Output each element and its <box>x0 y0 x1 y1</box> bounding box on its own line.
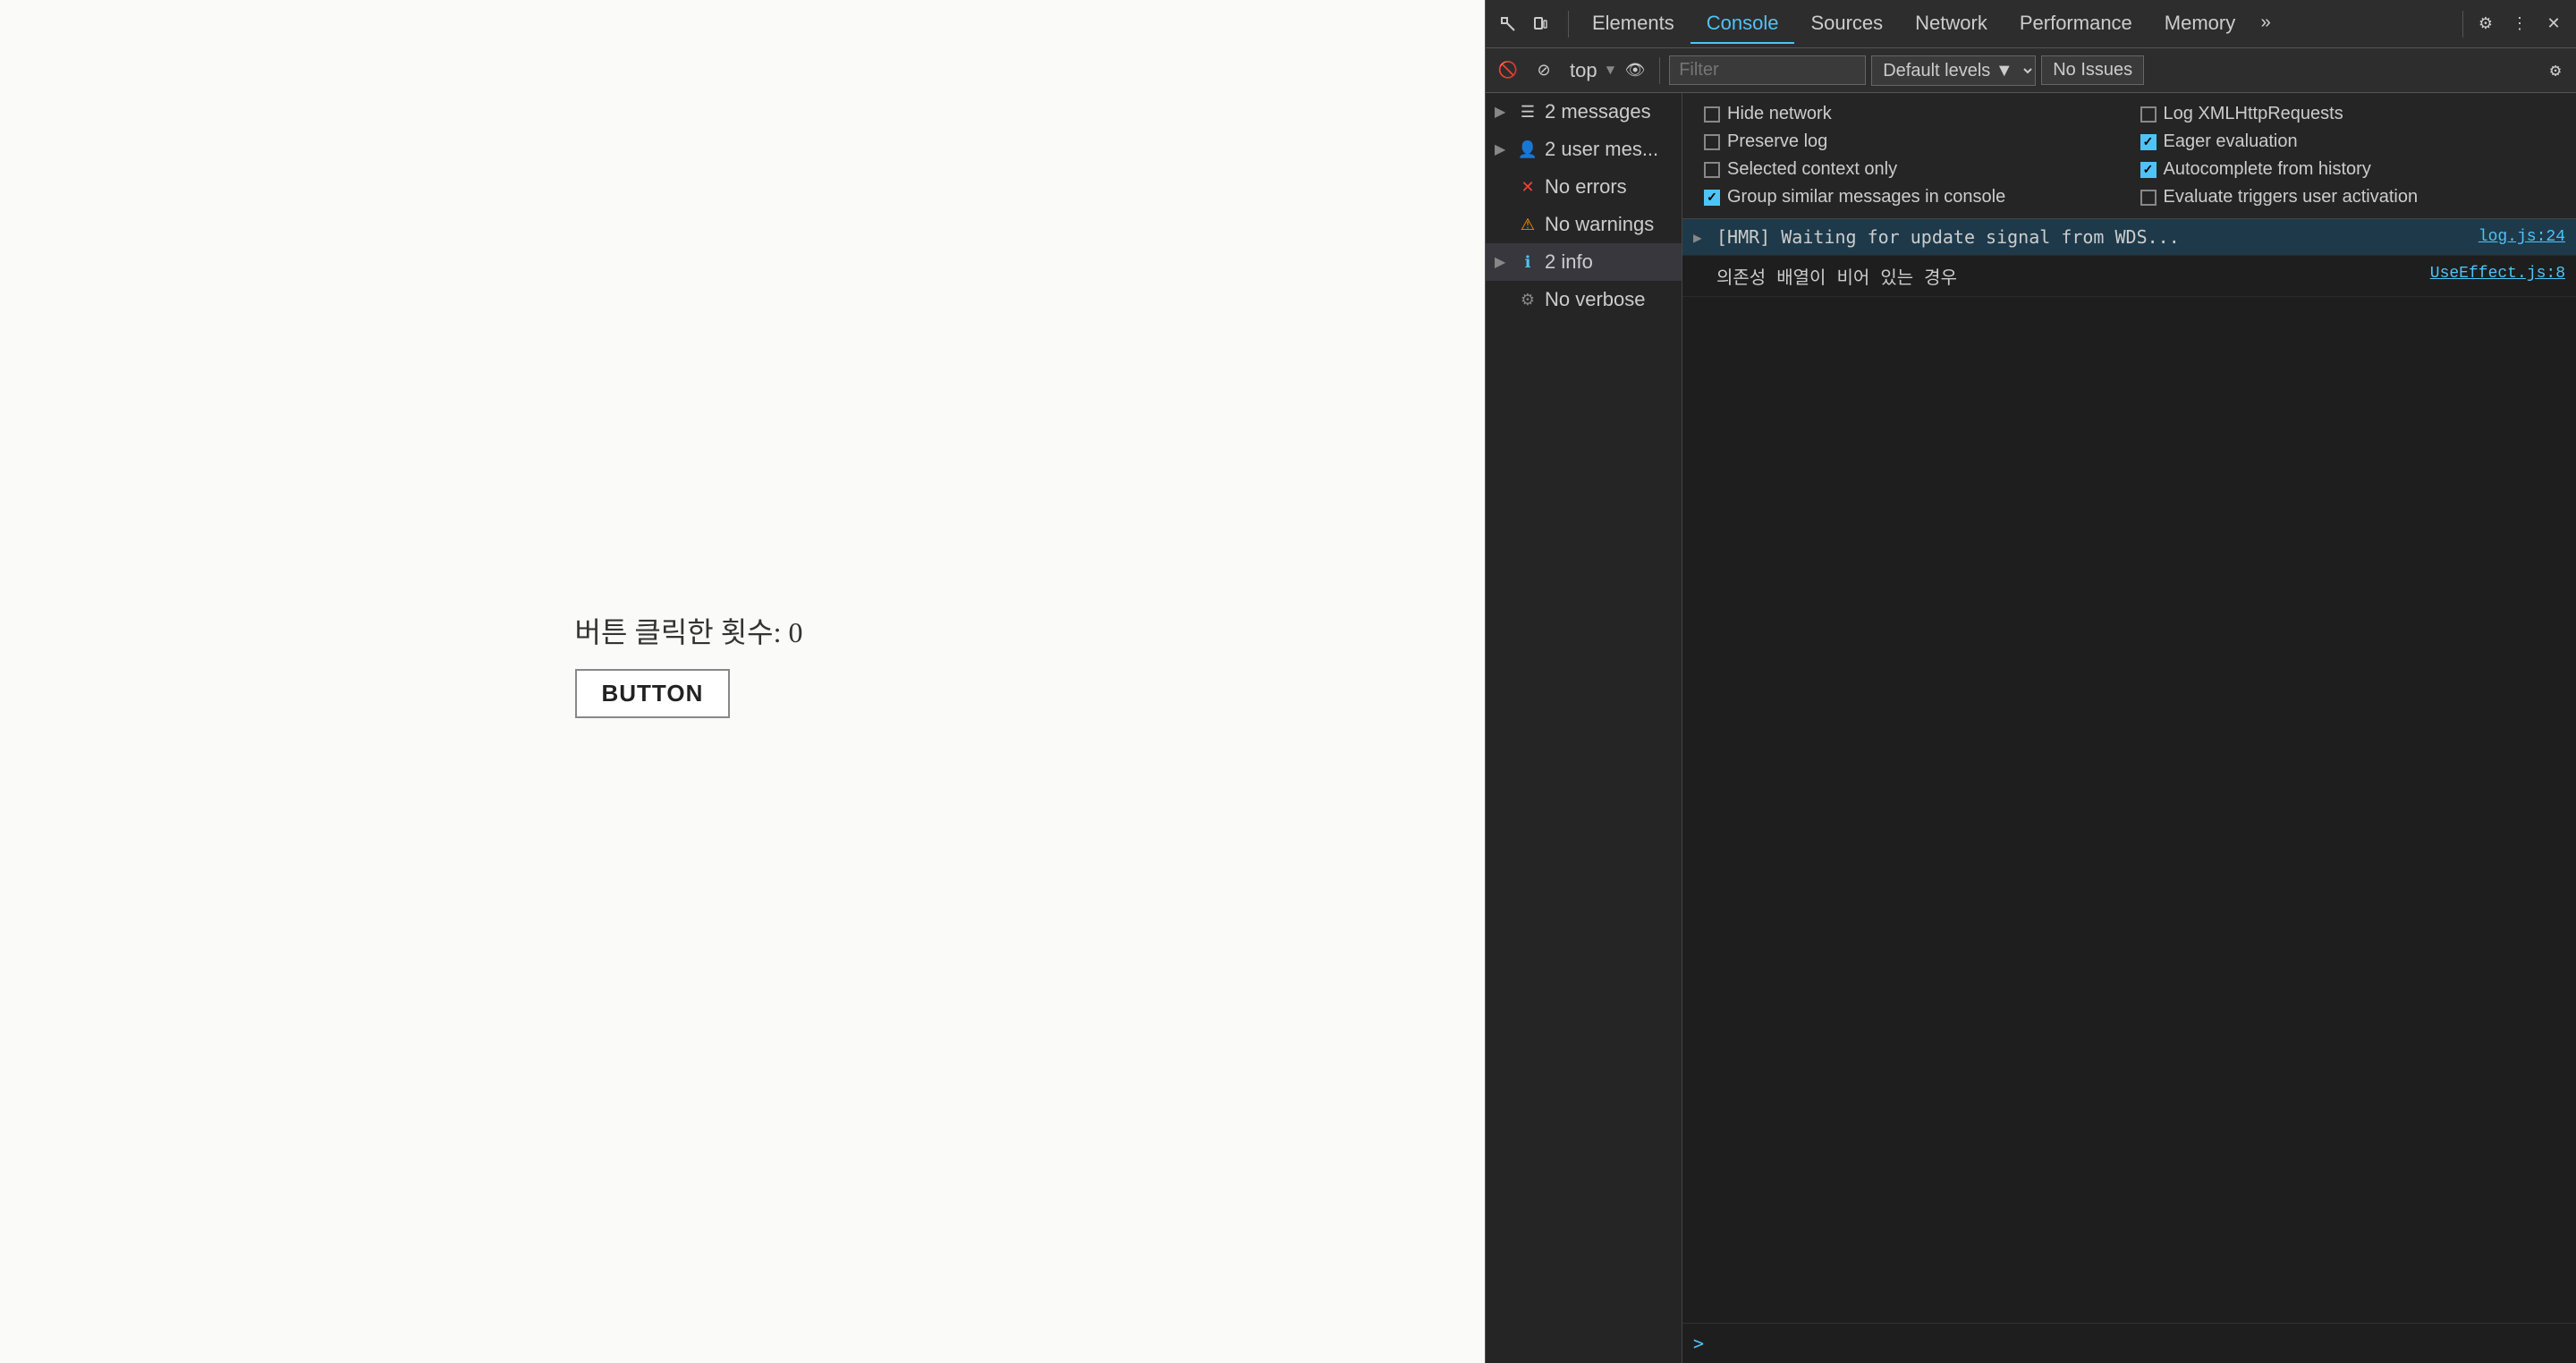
toolbar-separator2 <box>2462 11 2463 38</box>
click-count-label: 버튼 클릭한 횟수: 0 <box>575 610 803 651</box>
clear-console-button[interactable]: 🚫 <box>1493 55 1523 86</box>
context-selector-label: top <box>1564 59 1603 82</box>
user-icon: 👤 <box>1518 140 1538 159</box>
console-log: ▶ [HMR] Waiting for update signal from W… <box>1682 219 2576 1323</box>
console-input[interactable] <box>1711 1333 2565 1354</box>
sidebar-label-verbose: No verbose <box>1545 288 1646 311</box>
console-filter-input[interactable] <box>1669 55 1866 85</box>
console-toolbar: 🚫 ⊘ top ▼ 👁 Default levels ▼ No Issues ⚙ <box>1486 48 2576 93</box>
checkbox-preserve-log[interactable] <box>1704 134 1720 150</box>
option-preserve-log[interactable]: Preserve log <box>1693 128 2130 156</box>
sidebar-label-info: 2 info <box>1545 250 1593 274</box>
devtools-top-icons <box>1493 9 1555 39</box>
warning-icon: ⚠ <box>1518 215 1538 234</box>
tab-memory[interactable]: Memory <box>2148 4 2251 44</box>
expand-icon-user: ▶ <box>1495 140 1511 158</box>
toolbar-separator <box>1568 11 1569 38</box>
option-log-xmlhttprequests[interactable]: Log XMLHttpRequests <box>2130 100 2566 128</box>
checkbox-selected-context[interactable] <box>1704 162 1720 178</box>
console-body: ▶ ☰ 2 messages ▶ 👤 2 user mes... ✕ No er… <box>1486 93 2576 1363</box>
messages-icon: ☰ <box>1518 102 1538 122</box>
checkbox-autocomplete[interactable] <box>2140 162 2157 178</box>
option-label-log-xmlhttprequests: Log XMLHttpRequests <box>2164 104 2343 124</box>
settings-button[interactable]: ⚙ <box>2470 9 2501 39</box>
option-eager-evaluation[interactable]: Eager evaluation <box>2130 128 2566 156</box>
devtools-tabs: Elements Console Sources Network Perform… <box>1576 4 2455 44</box>
sidebar-item-verbose[interactable]: ⚙ No verbose <box>1486 281 1682 318</box>
option-label-preserve-log: Preserve log <box>1727 131 1827 152</box>
dependency-expand-icon[interactable] <box>1693 263 1707 266</box>
option-label-autocomplete: Autocomplete from history <box>2164 159 2371 180</box>
options-bar: Hide network Log XMLHttpRequests Preserv… <box>1682 93 2576 219</box>
log-entry-dependency: 의존성 배열이 비어 있는 경우 UseEffect.js:8 <box>1682 256 2576 297</box>
hmr-log-source[interactable]: log.js:24 <box>2479 226 2565 246</box>
app-area: 버튼 클릭한 횟수: 0 BUTTON <box>0 0 1485 1363</box>
console-prompt: > <box>1682 1323 2576 1363</box>
sidebar-label-errors: No errors <box>1545 175 1627 199</box>
app-button[interactable]: BUTTON <box>575 669 731 718</box>
tabs-more-button[interactable]: » <box>2251 6 2280 41</box>
error-icon: ✕ <box>1518 177 1538 197</box>
eye-button[interactable]: 👁 <box>1620 55 1650 86</box>
devtools-panel: Elements Console Sources Network Perform… <box>1485 0 2576 1363</box>
device-toolbar-button[interactable] <box>1525 9 1555 39</box>
option-label-group-similar: Group similar messages in console <box>1727 187 2005 207</box>
sidebar-item-warnings[interactable]: ⚠ No warnings <box>1486 206 1682 243</box>
tab-network[interactable]: Network <box>1899 4 2004 44</box>
option-label-hide-network: Hide network <box>1727 104 1832 124</box>
dependency-log-source[interactable]: UseEffect.js:8 <box>2430 263 2565 283</box>
console-prompt-arrow: > <box>1693 1333 1704 1354</box>
option-label-evaluate-triggers: Evaluate triggers user activation <box>2164 187 2419 207</box>
sidebar-label-warnings: No warnings <box>1545 213 1654 236</box>
option-selected-context[interactable]: Selected context only <box>1693 156 2130 183</box>
hmr-log-text: [HMR] Waiting for update signal from WDS… <box>1716 226 2470 248</box>
option-label-eager-evaluation: Eager evaluation <box>2164 131 2298 152</box>
console-main: Hide network Log XMLHttpRequests Preserv… <box>1682 93 2576 1363</box>
close-devtools-button[interactable]: ✕ <box>2538 9 2569 39</box>
context-dropdown-arrow: ▼ <box>1606 63 1615 79</box>
option-autocomplete[interactable]: Autocomplete from history <box>2130 156 2566 183</box>
option-group-similar[interactable]: Group similar messages in console <box>1693 183 2130 211</box>
sidebar-item-user-messages[interactable]: ▶ 👤 2 user mes... <box>1486 131 1682 168</box>
checkbox-evaluate-triggers[interactable] <box>2140 190 2157 206</box>
expand-icon-info: ▶ <box>1495 253 1511 271</box>
checkbox-eager-evaluation[interactable] <box>2140 134 2157 150</box>
option-evaluate-triggers[interactable]: Evaluate triggers user activation <box>2130 183 2566 211</box>
inspect-element-button[interactable] <box>1493 9 1523 39</box>
checkbox-hide-network[interactable] <box>1704 106 1720 123</box>
tab-sources[interactable]: Sources <box>1794 4 1899 44</box>
hmr-expand-icon[interactable]: ▶ <box>1693 226 1707 247</box>
verbose-icon: ⚙ <box>1518 290 1538 309</box>
sidebar-item-errors[interactable]: ✕ No errors <box>1486 168 1682 206</box>
sidebar-label-user: 2 user mes... <box>1545 138 1658 161</box>
log-entry-hmr: ▶ [HMR] Waiting for update signal from W… <box>1682 219 2576 256</box>
sidebar-item-messages[interactable]: ▶ ☰ 2 messages <box>1486 93 1682 131</box>
info-icon: ℹ <box>1518 252 1538 272</box>
sidebar-item-info[interactable]: ▶ ℹ 2 info <box>1486 243 1682 281</box>
tab-elements[interactable]: Elements <box>1576 4 1690 44</box>
tab-console[interactable]: Console <box>1690 4 1795 44</box>
expand-icon-messages: ▶ <box>1495 103 1511 121</box>
toolbar-separator3 <box>1659 57 1660 84</box>
checkbox-log-xmlhttprequests[interactable] <box>2140 106 2157 123</box>
customize-button[interactable]: ⋮ <box>2504 9 2535 39</box>
checkbox-group-similar[interactable] <box>1704 190 1720 206</box>
devtools-toolbar: Elements Console Sources Network Perform… <box>1486 0 2576 48</box>
console-sidebar: ▶ ☰ 2 messages ▶ 👤 2 user mes... ✕ No er… <box>1486 93 1682 1363</box>
preserve-log-button[interactable]: ⊘ <box>1529 55 1559 86</box>
console-level-select[interactable]: Default levels ▼ <box>1871 55 2036 86</box>
console-settings-icon[interactable]: ⚙ <box>2542 57 2569 84</box>
sidebar-label-messages: 2 messages <box>1545 100 1651 123</box>
option-label-selected-context: Selected context only <box>1727 159 1897 180</box>
option-hide-network[interactable]: Hide network <box>1693 100 2130 128</box>
no-issues-badge: No Issues <box>2041 55 2144 85</box>
app-content: 버튼 클릭한 횟수: 0 BUTTON <box>575 610 803 718</box>
tab-performance[interactable]: Performance <box>2004 4 2148 44</box>
dependency-log-text: 의존성 배열이 비어 있는 경우 <box>1716 263 2421 289</box>
